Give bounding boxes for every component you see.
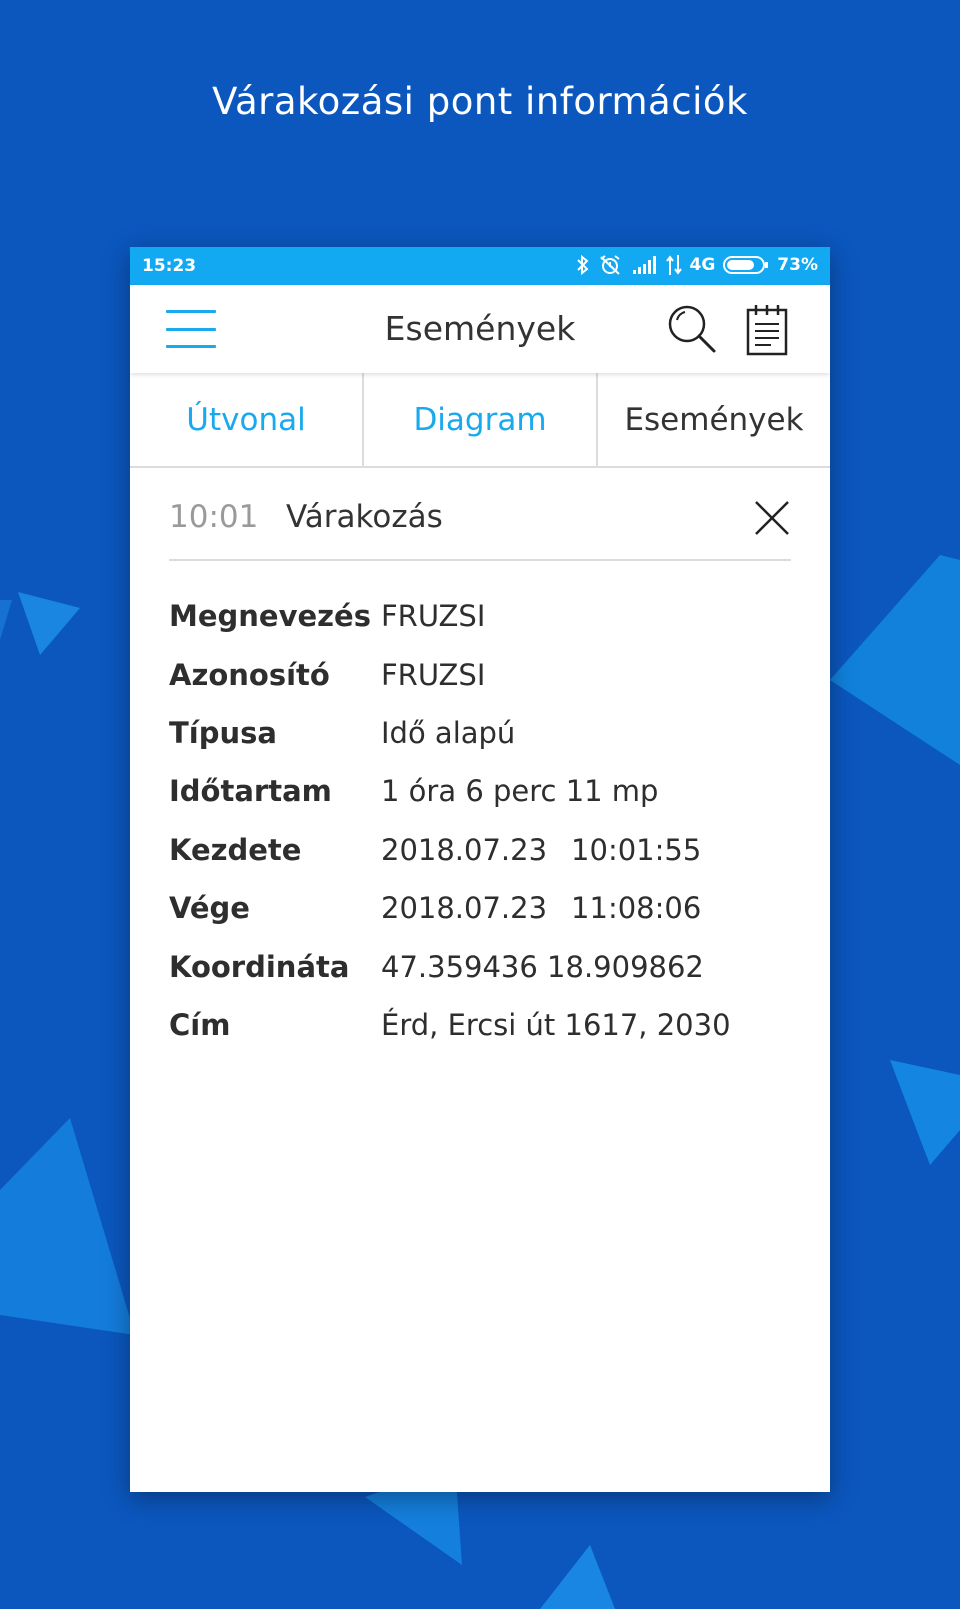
alarm-off-icon: [598, 254, 624, 276]
detail-value: 2018.07.23 11:08:06: [381, 891, 791, 925]
tab-bar: Útvonal Diagram Események: [130, 373, 830, 468]
search-icon[interactable]: [666, 303, 718, 355]
detail-value: FRUZSI: [381, 657, 486, 692]
detail-label: Megnevezés: [169, 599, 371, 634]
event-time: 10:01: [169, 499, 259, 535]
status-bar: 15:23 4G 73%: [130, 247, 830, 285]
app-bar-title: Események: [384, 309, 576, 348]
detail-label: Cím: [169, 1007, 231, 1042]
detail-label: Vége: [169, 891, 250, 926]
notepad-icon[interactable]: [745, 302, 789, 356]
detail-value: 1 óra 6 perc 11 mp: [381, 774, 659, 809]
detail-row-duration: Időtartam 1 óra 6 perc 11 mp: [169, 762, 791, 820]
end-date: 2018.07.23: [381, 891, 548, 926]
detail-value: 2018.07.23 10:01:55: [381, 833, 791, 867]
close-icon[interactable]: [753, 499, 791, 537]
bluetooth-icon: [576, 254, 590, 276]
app-bar: Események: [130, 285, 830, 373]
tab-esemenyek[interactable]: Események: [598, 373, 830, 466]
detail-label: Koordináta: [169, 949, 350, 984]
detail-row-name: Megnevezés FRUZSI: [169, 587, 791, 645]
detail-row-start: Kezdete 2018.07.23 10:01:55: [169, 821, 791, 879]
tab-diagram[interactable]: Diagram: [364, 373, 598, 466]
detail-value: FRUZSI: [381, 599, 486, 634]
status-icons: 4G 73%: [576, 254, 818, 276]
detail-row-type: Típusa Idő alapú: [169, 704, 791, 762]
detail-label: Időtartam: [169, 774, 332, 809]
start-time: 10:01:55: [571, 832, 702, 867]
battery-icon: [723, 255, 769, 275]
data-transfer-icon: [665, 255, 682, 275]
network-type: 4G: [689, 255, 716, 275]
page-headline: Várakozási pont információk: [212, 80, 748, 123]
signal-icon: [632, 256, 658, 274]
detail-row-id: Azonosító FRUZSI: [169, 645, 791, 703]
event-type: Várakozás: [286, 499, 443, 535]
event-header: 10:01 Várakozás: [169, 493, 791, 561]
menu-icon[interactable]: [166, 310, 216, 348]
detail-row-address: Cím Érd, Ercsi út 1617, 2030: [169, 996, 791, 1054]
detail-label: Kezdete: [169, 832, 302, 867]
detail-value: Érd, Ercsi út 1617, 2030: [381, 1007, 731, 1042]
status-time: 15:23: [142, 256, 197, 276]
detail-value: 47.359436 18.909862: [381, 949, 704, 984]
tab-utvonal[interactable]: Útvonal: [130, 373, 364, 466]
start-date: 2018.07.23: [381, 832, 548, 867]
detail-label: Típusa: [169, 715, 277, 750]
detail-row-end: Vége 2018.07.23 11:08:06: [169, 879, 791, 937]
event-details: Megnevezés FRUZSI Azonosító FRUZSI Típus…: [169, 587, 791, 1054]
battery-percentage: 73%: [777, 255, 818, 275]
detail-label: Azonosító: [169, 657, 330, 692]
phone-screen: 15:23 4G 73% Események Útvonal Diagram E…: [130, 247, 830, 1492]
detail-value: Idő alapú: [381, 715, 516, 750]
end-time: 11:08:06: [571, 891, 702, 926]
detail-row-coordinate: Koordináta 47.359436 18.909862: [169, 937, 791, 995]
